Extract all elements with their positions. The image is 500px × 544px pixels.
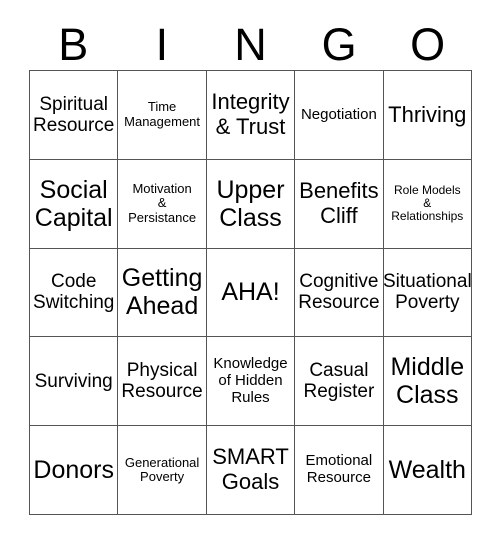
bingo-cell-label: Role Models & Relationships	[391, 182, 464, 224]
bingo-cell-r5c3[interactable]: SMART Goals	[206, 426, 296, 515]
bingo-cell-label: Cognitive Resource	[298, 271, 380, 314]
bingo-card: B I N G O Spiritual Resource Time Manage…	[0, 0, 500, 544]
bingo-header-letter-g: G	[321, 18, 357, 70]
bingo-cell-r3c5[interactable]: Situational Poverty	[383, 248, 472, 338]
bingo-cell-r2c4[interactable]: Benefits Cliff	[295, 159, 384, 249]
bingo-header-letter-b: B	[58, 18, 89, 70]
bingo-cell-label: Physical Resource	[121, 360, 203, 403]
bingo-cell-r4c5[interactable]: Middle Class	[383, 337, 472, 427]
bingo-cell-r4c4[interactable]: Casual Register	[295, 337, 384, 427]
bingo-cell-label: Donors	[33, 456, 114, 485]
bingo-cell-r5c2[interactable]: Generational Poverty	[118, 426, 207, 515]
bingo-cell-label: Code Switching	[33, 271, 115, 314]
bingo-cell-label: AHA!	[221, 278, 280, 307]
bingo-cell-label: Generational Poverty	[124, 454, 200, 485]
bingo-cell-label: Knowledge of Hidden Rules	[213, 355, 288, 406]
bingo-cell-label: Getting Ahead	[121, 264, 203, 321]
bingo-cell-r1c5[interactable]: Thriving	[383, 71, 472, 160]
bingo-cell-r5c5[interactable]: Wealth	[383, 426, 472, 515]
bingo-cell-label: SMART Goals	[212, 444, 289, 495]
bingo-cell-r1c2[interactable]: Time Management	[118, 71, 207, 160]
bingo-cell-r2c3[interactable]: Upper Class	[206, 159, 296, 249]
bingo-cell-r5c4[interactable]: Emotional Resource	[295, 426, 384, 515]
bingo-cell-label: Integrity & Trust	[211, 89, 290, 139]
bingo-cell-label: Surviving	[34, 370, 113, 392]
bingo-cell-label: Motivation & Persistance	[128, 180, 197, 225]
bingo-cell-r3c2[interactable]: Getting Ahead	[118, 248, 207, 338]
bingo-cell-r3c1[interactable]: Code Switching	[30, 248, 119, 338]
bingo-cell-label: Time Management	[124, 99, 201, 129]
bingo-cell-r2c1[interactable]: Social Capital	[30, 159, 119, 249]
bingo-cell-r1c3[interactable]: Integrity & Trust	[206, 71, 296, 160]
bingo-header-letter-n: N	[234, 18, 267, 70]
bingo-cell-r1c1[interactable]: Spiritual Resource	[30, 71, 119, 160]
bingo-cell-label: Negotiation	[300, 105, 377, 123]
bingo-header-row: B I N G O	[29, 18, 472, 70]
bingo-cell-label: Emotional Resource	[305, 452, 373, 487]
bingo-cell-label: Upper Class	[216, 175, 285, 232]
bingo-cell-r4c2[interactable]: Physical Resource	[118, 337, 207, 427]
bingo-cell-label: Benefits Cliff	[299, 178, 379, 228]
bingo-cell-label: Casual Register	[303, 360, 375, 403]
bingo-cell-r2c5[interactable]: Role Models & Relationships	[383, 159, 472, 249]
bingo-cell-r3c3[interactable]: AHA!	[206, 248, 296, 338]
bingo-cell-r4c3[interactable]: Knowledge of Hidden Rules	[206, 337, 296, 427]
bingo-cell-label: Spiritual Resource	[33, 93, 115, 136]
bingo-cell-r4c1[interactable]: Surviving	[30, 337, 119, 427]
bingo-cell-label: Social Capital	[34, 175, 113, 232]
bingo-cell-label: Situational Poverty	[383, 271, 472, 314]
bingo-header-letter-i: I	[155, 18, 169, 70]
bingo-cell-label: Thriving	[388, 101, 467, 127]
bingo-header-letter-o: O	[410, 18, 446, 70]
bingo-cell-label: Wealth	[388, 456, 466, 485]
bingo-cell-r1c4[interactable]: Negotiation	[295, 71, 384, 160]
bingo-grid: Spiritual Resource Time Management Integ…	[29, 70, 472, 515]
bingo-cell-r2c2[interactable]: Motivation & Persistance	[118, 159, 207, 249]
bingo-cell-label: Middle Class	[390, 353, 465, 410]
bingo-cell-r5c1[interactable]: Donors	[30, 426, 119, 515]
bingo-cell-r3c4[interactable]: Cognitive Resource	[295, 248, 384, 338]
